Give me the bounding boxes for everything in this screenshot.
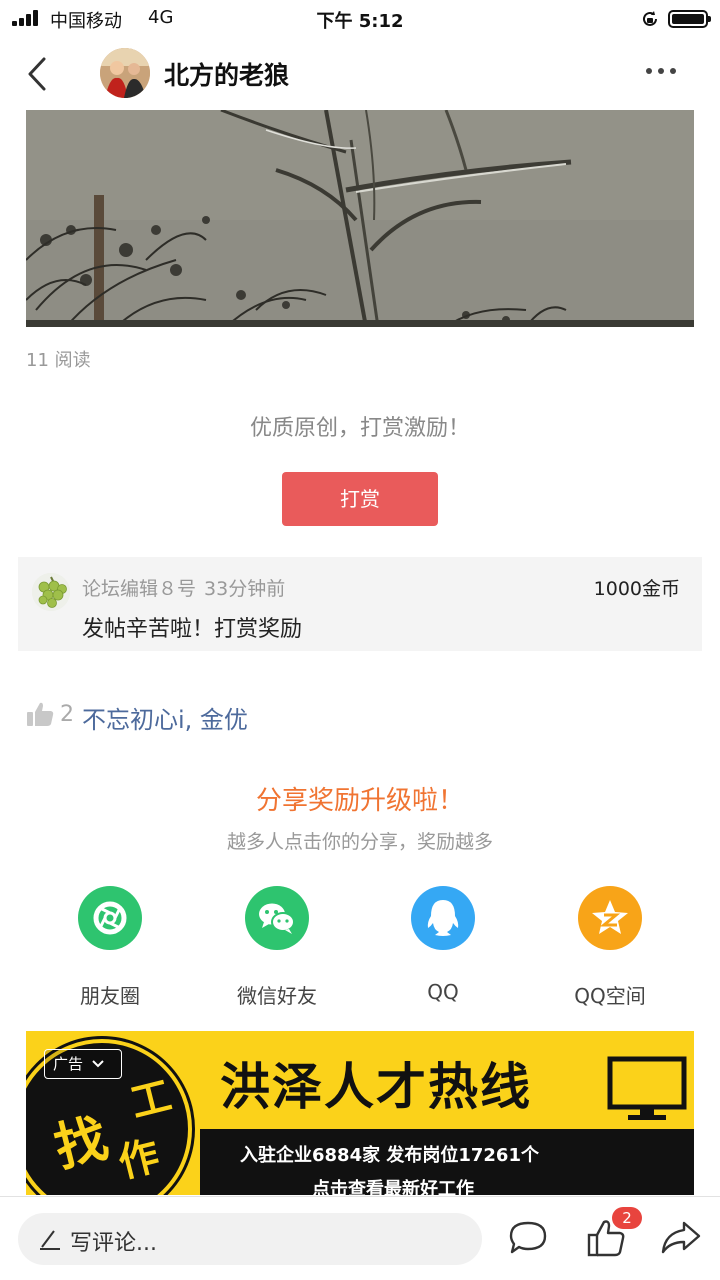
carrier-label: 中国移动 [50, 11, 122, 32]
author-name[interactable]: 北方的老狼 [164, 56, 289, 92]
like-badge: 2 [612, 1207, 642, 1229]
ad-tag-label: 广告 [53, 1055, 84, 1073]
ad-banner[interactable]: 找 工 作 广告 洪泽人才热线 入驻企业6884家 发布岗位17261个 点击查… [26, 1031, 694, 1195]
comment-input[interactable]: 写评论... [18, 1213, 482, 1265]
share-label: QQ [427, 980, 459, 1004]
more-options-icon[interactable] [644, 66, 678, 76]
like-users[interactable]: 不忘初心i, 金优 [82, 700, 248, 735]
author-avatar[interactable] [100, 48, 150, 98]
reward-record: 论坛编辑８号 33分钟前 1000金币 发帖辛苦啦！打赏奖励 [18, 557, 702, 651]
thumbs-up-icon [27, 702, 54, 726]
share-qq[interactable]: QQ [373, 886, 513, 1016]
rotation-lock-icon [643, 11, 657, 26]
ad-title: 洪泽人才热线 [220, 1058, 532, 1116]
reward-amount: 1000金币 [593, 578, 680, 600]
article-image [26, 110, 694, 327]
reward-message: 发帖辛苦啦！打赏奖励 [82, 617, 303, 642]
share-wechat[interactable]: 微信好友 [207, 886, 347, 1016]
share-moments[interactable]: 朋友圈 [40, 886, 180, 1016]
battery-icon [668, 10, 711, 28]
ad-tag[interactable]: 广告 [44, 1049, 122, 1079]
signal-icon [12, 10, 42, 26]
share-label: 微信好友 [237, 984, 317, 1008]
qzone-icon[interactable] [578, 886, 642, 950]
monitor-icon [607, 1056, 687, 1120]
ad-stats: 入驻企业6884家 发布岗位17261个 [240, 1145, 539, 1166]
comment-icon[interactable] [508, 1219, 548, 1257]
share-label: QQ空间 [574, 984, 646, 1008]
share-arrow-icon[interactable] [660, 1219, 702, 1255]
reward-meta: 论坛编辑８号 33分钟前 [82, 574, 285, 601]
reward-prompt: 优质原创，打赏激励！ [249, 416, 470, 441]
pen-icon [40, 1230, 60, 1250]
wechat-icon[interactable] [245, 886, 309, 950]
share-qzone[interactable]: QQ空间 [540, 886, 680, 1016]
chevron-down-icon [92, 1060, 104, 1068]
qq-icon[interactable] [411, 886, 475, 950]
share-title: 分享奖励升级啦！ [255, 786, 464, 816]
like-count: 2 [60, 702, 74, 727]
moments-icon[interactable] [78, 886, 142, 950]
bottom-bar: 写评论... 2 [0, 1196, 720, 1280]
reward-button[interactable]: 打赏 [282, 472, 438, 526]
status-bar: 中国移动 4G 下午 5:12 [0, 0, 720, 38]
back-arrow-icon[interactable] [24, 54, 54, 94]
network-type: 4G [148, 7, 174, 28]
rewarder-avatar[interactable] [32, 573, 70, 611]
comment-placeholder: 写评论... [70, 1231, 157, 1256]
share-subtitle: 越多人点击你的分享，奖励越多 [226, 831, 493, 853]
read-count: 11 阅读 [26, 350, 91, 371]
reward-time: 33分钟前 [204, 578, 286, 600]
article-header: 北方的老狼 [0, 38, 720, 110]
share-label: 朋友圈 [80, 984, 140, 1008]
rewarder-name[interactable]: 论坛编辑８号 [82, 578, 196, 600]
ad-cta: 点击查看最新好工作 [312, 1179, 474, 1195]
